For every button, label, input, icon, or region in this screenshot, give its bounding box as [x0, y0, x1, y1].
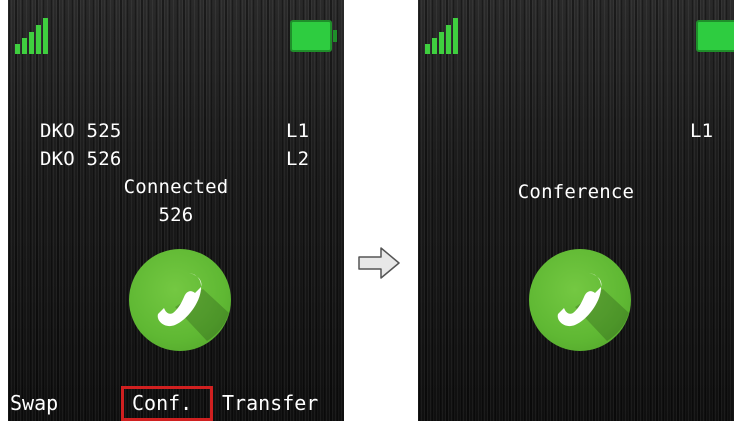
- handset-icon: [529, 249, 631, 351]
- line-2-name: DKO 526: [40, 148, 122, 170]
- signal-bars-icon: [15, 18, 51, 54]
- phone-screen-after: L1 Conference: [418, 0, 734, 421]
- call-number: 526: [158, 204, 194, 226]
- call-status: Conference: [517, 181, 635, 203]
- battery-full-icon: [696, 20, 734, 52]
- battery-full-icon: [290, 20, 337, 52]
- phone-screen-before: DKO 525 L1 DKO 526 L2 Connected 526 Swap…: [8, 0, 344, 421]
- handset-icon: [129, 249, 231, 351]
- transfer-softkey[interactable]: Transfer: [222, 391, 318, 415]
- signal-bars-icon: [425, 18, 461, 54]
- conf-softkey[interactable]: Conf.: [132, 391, 192, 415]
- line-label: L1: [690, 120, 714, 142]
- line-1-name: DKO 525: [40, 120, 122, 142]
- call-status: Connected: [123, 176, 229, 198]
- line-2-label: L2: [286, 148, 310, 170]
- swap-softkey[interactable]: Swap: [10, 391, 58, 415]
- line-1-label: L1: [286, 120, 310, 142]
- arrow-right-icon: [358, 247, 400, 279]
